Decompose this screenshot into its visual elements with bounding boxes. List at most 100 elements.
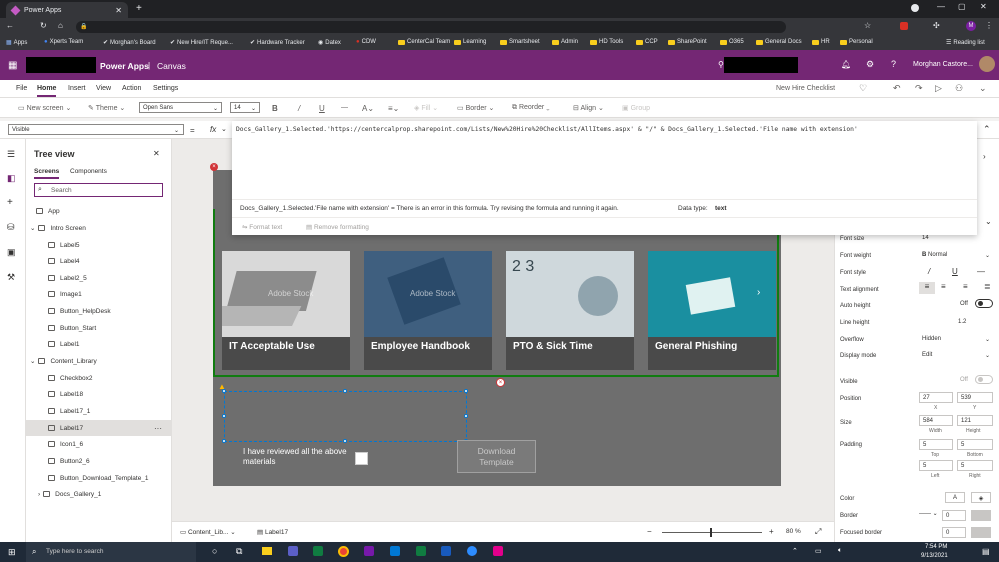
panel-dropdown-icon[interactable]: ⌄ [985, 217, 992, 226]
help-icon[interactable]: ? [891, 59, 896, 69]
bookmark-xperts[interactable]: ● Xperts Team [44, 39, 83, 45]
tree-item-label18[interactable]: Label18 [26, 386, 172, 402]
font-weight-select[interactable]: B Normal ⌄ [919, 250, 993, 261]
strikethrough-toggle[interactable]: — [977, 267, 985, 276]
word-icon[interactable] [441, 546, 451, 556]
maximize-icon[interactable]: ▢ [958, 2, 966, 11]
zoom-in-icon[interactable]: + [769, 527, 774, 536]
bookmark-learning[interactable]: Learning [454, 39, 486, 45]
tree-view-icon[interactable]: ◧ [7, 173, 16, 184]
format-text-button[interactable]: ⇋ Format text [242, 223, 282, 231]
bookmark-sharepoint[interactable]: SharePoint [668, 39, 707, 45]
error-marker-icon[interactable]: × [210, 163, 218, 171]
home-icon[interactable]: ⌂ [58, 21, 63, 30]
tree-item-button2-6[interactable]: Button2_6 [26, 453, 172, 469]
font-family-select[interactable]: Open Sans ⌄ [139, 102, 222, 113]
bookmark-new-hire[interactable]: ✔ New Hire/IT Reque... [170, 39, 233, 47]
resize-handle[interactable] [222, 439, 226, 443]
underline-button[interactable]: U [319, 104, 325, 113]
tray-chevron-icon[interactable]: ⌃ [792, 547, 798, 555]
extension-icon[interactable] [900, 22, 908, 30]
user-name[interactable]: Morghan Castore... [913, 61, 973, 68]
align-right-icon[interactable]: ≡ [963, 282, 968, 291]
media-icon[interactable]: ▣ [7, 247, 16, 258]
cortana-icon[interactable]: ○ [212, 546, 217, 556]
more-icon[interactable]: ⌄ [979, 83, 987, 94]
screen-crumb[interactable]: ▭ Content_Lib... ⌄ [180, 528, 236, 536]
bookmark-centercal[interactable]: CenterCal Team [398, 39, 450, 45]
data-icon[interactable]: ⛁ [7, 222, 15, 233]
fill-color-picker[interactable]: ◈ [971, 492, 991, 503]
share-icon[interactable]: ⚇ [955, 83, 963, 94]
resize-handle[interactable] [464, 389, 468, 393]
formula-editor[interactable]: Docs_Gallery_1.Selected.'https://centerc… [232, 121, 977, 235]
outlook-icon[interactable] [390, 546, 400, 556]
preview-icon[interactable]: ▷ [935, 83, 942, 94]
padding-left-input[interactable]: 5 [919, 460, 953, 471]
gear-icon[interactable]: ⚙ [866, 59, 874, 70]
tree-item-app[interactable]: App [26, 203, 172, 219]
tree-item-label2-5[interactable]: Label2_5 [26, 270, 172, 286]
position-x-input[interactable]: 27 [919, 392, 953, 403]
tree-item-checkbox2[interactable]: Checkbox2 [26, 370, 172, 386]
network-icon[interactable]: ▭ [815, 547, 822, 555]
position-y-input[interactable]: 539 [957, 392, 993, 403]
window-close-icon[interactable]: ✕ [980, 2, 987, 11]
resize-handle[interactable] [464, 414, 468, 418]
width-input[interactable]: 584 [919, 415, 953, 426]
font-color-icon[interactable]: A⌄ [362, 104, 374, 113]
tree-item-button-start[interactable]: Button_Start [26, 320, 172, 336]
tree-search-input[interactable]: ⌕ Search [34, 183, 163, 197]
zoom-app-icon[interactable] [467, 546, 477, 556]
panel-collapse-icon[interactable]: › [983, 152, 986, 161]
italic-toggle[interactable]: / [928, 267, 930, 276]
auto-height-toggle[interactable] [975, 299, 993, 308]
menu-file[interactable]: File [16, 85, 27, 92]
tree-item-image1[interactable]: Image1 [26, 286, 172, 302]
tree-item-icon1-6[interactable]: Icon1_6 [26, 436, 172, 452]
more-options-icon[interactable]: ··· [154, 424, 162, 433]
teams-icon[interactable] [288, 546, 298, 556]
browser-tab[interactable]: Power Apps ✕ [6, 2, 128, 18]
tree-close-icon[interactable]: ✕ [153, 149, 160, 158]
gallery-card[interactable]: Adobe Stock Employee Handbook [364, 251, 492, 370]
border-width-input[interactable]: 0 [942, 510, 966, 521]
height-input[interactable]: 121 [957, 415, 993, 426]
border-color-swatch[interactable] [971, 510, 991, 521]
advanced-tools-icon[interactable]: ⚒ [7, 272, 15, 283]
bookmark-cdw[interactable]: ● CDW [356, 39, 376, 45]
remove-formatting-button[interactable]: ▤ Remove formatting [306, 223, 369, 231]
text-color-picker[interactable]: A [945, 492, 965, 503]
address-bar[interactable]: 🔒 [76, 21, 786, 33]
border-button[interactable]: ▭ Border ⌄ [457, 104, 494, 112]
tab-screens[interactable]: Screens [34, 168, 60, 179]
focused-border-swatch[interactable] [971, 527, 991, 538]
align-center-icon[interactable]: ≡ [941, 282, 946, 291]
line-height-input[interactable]: 1.2 [955, 317, 993, 328]
fill-button[interactable]: ◈ Fill ⌄ [414, 104, 438, 112]
star-icon[interactable]: ☆ [864, 21, 871, 30]
windows-start-icon[interactable]: ⊞ [8, 547, 16, 558]
padding-right-input[interactable]: 5 [957, 460, 993, 471]
app-checker-icon[interactable]: ♡ [859, 83, 867, 94]
visible-toggle[interactable] [975, 375, 993, 384]
taskbar-search[interactable]: ⌕ Type here to search [26, 542, 196, 562]
justify-icon[interactable]: ≣ [984, 282, 991, 291]
theme-button[interactable]: ✎ Theme ⌄ [88, 104, 125, 112]
control-crumb[interactable]: ▤ Label17 [257, 528, 288, 536]
menu-icon[interactable]: ⋮ [985, 21, 993, 30]
strikethrough-button[interactable]: — [341, 104, 348, 111]
tree-item-docs-gallery[interactable]: › Docs_Gallery_1 [26, 486, 172, 502]
new-screen-button[interactable]: ▭ New screen ⌄ [18, 104, 71, 112]
tree-item-label1[interactable]: Label1 [26, 336, 172, 352]
zoom-slider[interactable] [662, 528, 762, 537]
bookmark-hd-tools[interactable]: HD Tools [590, 39, 623, 45]
menu-action[interactable]: Action [122, 85, 141, 92]
gallery-card[interactable]: 2 3 PTO & Sick Time [506, 251, 634, 370]
padding-top-input[interactable]: 5 [919, 439, 953, 450]
puzzle-icon[interactable]: ✣ [933, 21, 940, 30]
insert-icon[interactable]: + [7, 197, 13, 208]
gallery-card[interactable]: Adobe Stock IT Acceptable Use [222, 251, 350, 370]
bookmark-o365[interactable]: O365 [720, 39, 744, 45]
fit-to-window-icon[interactable]: ⤢ [815, 527, 821, 537]
